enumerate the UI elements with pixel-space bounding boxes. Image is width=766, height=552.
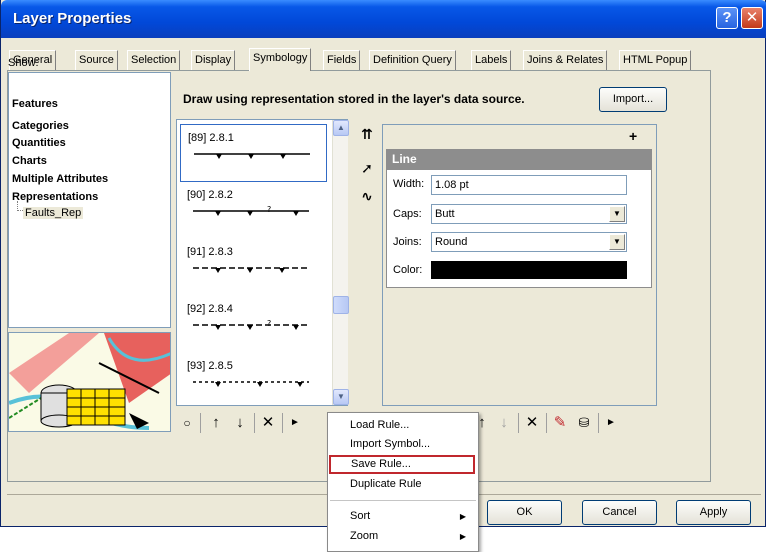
menu-item-zoom[interactable]: Zoom ▶	[328, 527, 478, 546]
tab-html-popup[interactable]: HTML Popup	[619, 50, 692, 70]
preview-illustration	[9, 333, 170, 431]
color-swatch[interactable]	[431, 261, 627, 279]
width-input[interactable]: 1.08 pt	[431, 175, 627, 195]
rule-item-90[interactable]: [90] 2.8.2 ?	[180, 182, 327, 240]
menu-item-load-rule[interactable]: Load Rule...	[328, 416, 478, 435]
show-label: Show:	[8, 57, 39, 69]
menu-item-save-rule[interactable]: Save Rule...	[329, 455, 475, 474]
help-icon: ?	[722, 9, 732, 26]
joins-label: Joins:	[393, 236, 422, 248]
show-item-features[interactable]: Features	[12, 98, 58, 110]
scroll-up-icon[interactable]: ▲	[333, 120, 349, 136]
joins-select[interactable]: Round ▼	[431, 232, 627, 252]
stroke-tool-icon[interactable]: ✎	[550, 411, 570, 435]
caps-label: Caps:	[393, 208, 422, 220]
show-item-quantities[interactable]: Quantities	[12, 137, 66, 149]
show-item-charts[interactable]: Charts	[12, 155, 47, 167]
rule-label: [93] 2.8.5	[187, 360, 233, 372]
width-label: Width:	[393, 178, 425, 190]
move-down-icon[interactable]: ↓	[230, 411, 250, 435]
tab-strip: General Source Selection Display Symbolo…	[9, 48, 712, 71]
svg-text:?: ?	[267, 206, 271, 214]
move-layer-down-icon[interactable]: ↓	[494, 411, 514, 435]
delete-rule-icon[interactable]: ✕	[258, 411, 278, 435]
show-list: Features Categories Quantities Charts Mu…	[8, 72, 171, 328]
rule-item-91[interactable]: [91] 2.8.3	[180, 239, 327, 297]
joins-value: Round	[435, 236, 468, 248]
rules-scrollbar[interactable]: ▲ ▼	[332, 120, 349, 405]
caps-value: Butt	[435, 208, 455, 220]
menu-item-import-symbol[interactable]: Import Symbol...	[328, 435, 478, 454]
menu-item-duplicate-rule[interactable]: Duplicate Rule	[328, 475, 478, 494]
help-button[interactable]: ?	[716, 7, 738, 29]
line-properties: Width: 1.08 pt Caps: Butt ▼ Joins: Round…	[386, 169, 652, 288]
context-menu: Load Rule... Import Symbol... Save Rule.…	[327, 412, 479, 552]
add-layer-icon[interactable]: +	[629, 128, 637, 144]
sort-label: Sort	[350, 510, 371, 522]
caps-select[interactable]: Butt ▼	[431, 204, 627, 224]
tab-selection[interactable]: Selection	[127, 50, 181, 70]
ok-button[interactable]: OK	[487, 500, 562, 525]
rule-line-symbol	[194, 153, 310, 159]
layer-properties-pane: + Line Width: 1.08 pt Caps: Butt ▼ Joins…	[382, 124, 657, 406]
tab-labels[interactable]: Labels	[471, 50, 512, 70]
add-rule-icon[interactable]: ○	[178, 411, 196, 435]
geometric-effect-icon[interactable]: ⇈	[356, 123, 378, 145]
rule-line-symbol: ?	[193, 206, 309, 216]
tab-fields[interactable]: Fields	[323, 50, 361, 70]
show-sub-item-faults-rep[interactable]: Faults_Rep	[23, 207, 84, 219]
rule-line-symbol: ?	[193, 320, 309, 330]
chevron-down-icon[interactable]: ▼	[609, 206, 625, 222]
close-icon: ✕	[745, 9, 759, 26]
submenu-arrow-icon: ▶	[459, 532, 466, 541]
window-title: Layer Properties	[13, 10, 132, 27]
fill-tool-icon[interactable]: ⛁	[574, 411, 594, 435]
show-item-multiple-attributes[interactable]: Multiple Attributes	[12, 173, 108, 185]
scroll-thumb[interactable]	[333, 296, 349, 314]
show-item-categories[interactable]: Categories	[12, 120, 69, 132]
color-label: Color:	[393, 264, 423, 276]
rule-item-89[interactable]: [89] 2.8.1	[180, 124, 327, 182]
rule-label: [90] 2.8.2	[187, 189, 233, 201]
line-section-header: Line	[386, 149, 652, 169]
marker-placement-icon[interactable]: ➚	[356, 157, 378, 179]
rule-item-92[interactable]: [92] 2.8.4 ?	[180, 296, 327, 354]
title-bar: Layer Properties ? ✕	[1, 0, 766, 38]
move-up-icon[interactable]: ↑	[206, 411, 226, 435]
delete-layer-icon[interactable]: ✕	[522, 411, 542, 435]
import-button[interactable]: Import...	[599, 87, 667, 112]
renderer-description: Draw using representation stored in the …	[183, 92, 525, 106]
line-effect-icon[interactable]: ∿	[356, 185, 378, 207]
menu-item-sort[interactable]: Sort ▶	[328, 507, 478, 526]
tab-definition-query[interactable]: Definition Query	[369, 50, 456, 70]
tab-source[interactable]: Source	[75, 50, 118, 70]
rule-line-symbol	[193, 267, 309, 273]
tab-symbology[interactable]: Symbology	[249, 48, 312, 71]
scroll-down-icon[interactable]: ▼	[333, 389, 349, 405]
rule-label: [91] 2.8.3	[187, 246, 233, 258]
tab-display[interactable]: Display	[191, 50, 236, 70]
zoom-label: Zoom	[350, 530, 379, 542]
submenu-arrow-icon: ▶	[459, 512, 466, 521]
cancel-button[interactable]: Cancel	[582, 500, 657, 525]
apply-button[interactable]: Apply	[676, 500, 751, 525]
show-item-representations[interactable]: Representations	[12, 191, 98, 203]
close-button[interactable]: ✕	[741, 7, 763, 29]
rule-line-symbol	[193, 381, 309, 387]
svg-text:?: ?	[267, 320, 271, 328]
more-options-icon[interactable]: ►	[286, 411, 304, 435]
chevron-down-icon[interactable]: ▼	[609, 234, 625, 250]
tab-joins-relates[interactable]: Joins & Relates	[523, 50, 608, 70]
rules-list: [89] 2.8.1 [90] 2.8.2 ? [91] 2.8.3 [92] …	[176, 119, 349, 406]
rule-label: [89] 2.8.1	[188, 132, 234, 144]
layer-options-icon[interactable]: ►	[602, 411, 620, 435]
symbology-preview-image	[8, 332, 171, 432]
rule-item-93[interactable]: [93] 2.8.5	[180, 353, 327, 411]
rule-label: [92] 2.8.4	[187, 303, 233, 315]
